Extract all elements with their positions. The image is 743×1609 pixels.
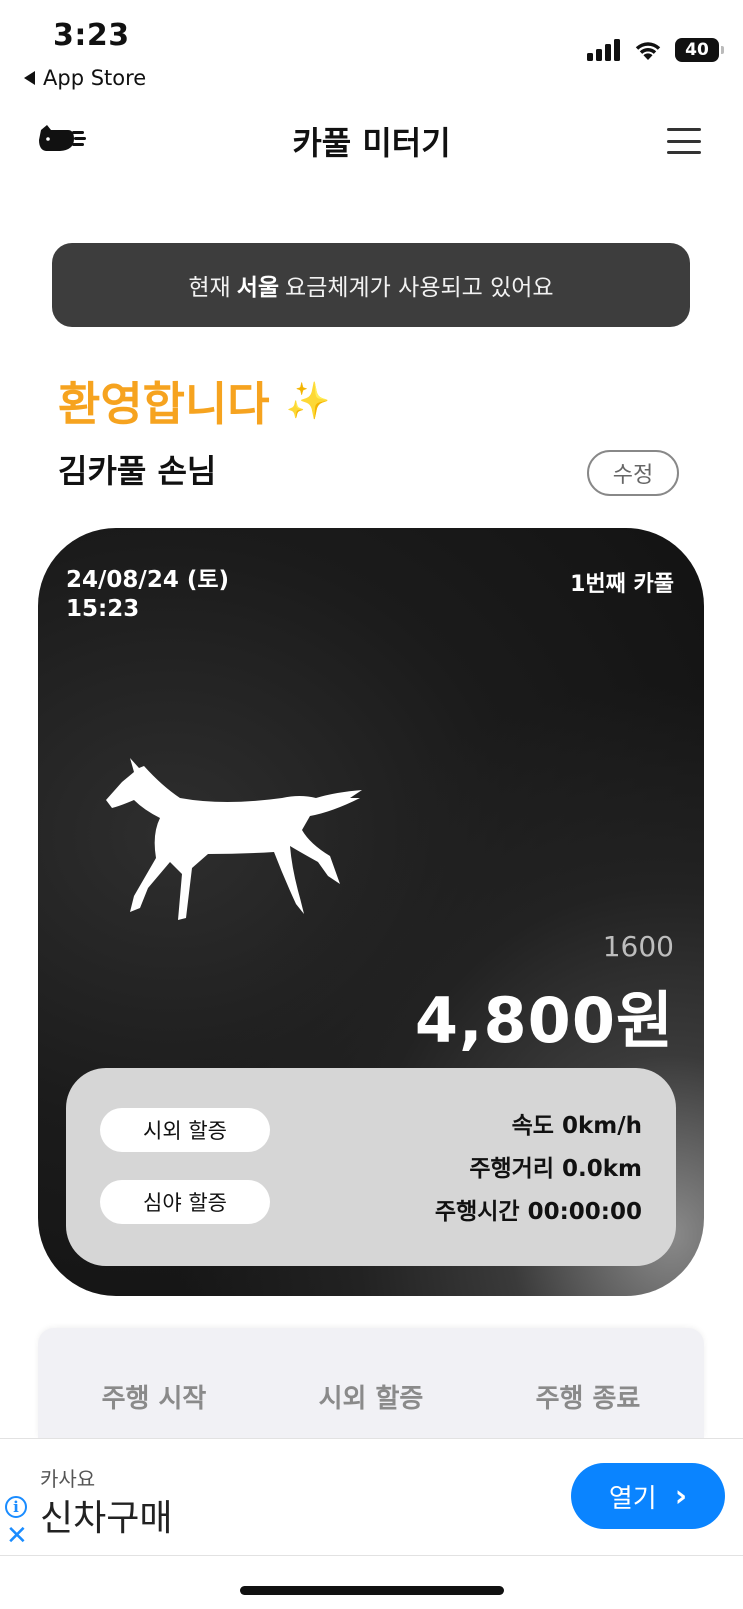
status-indicators: 40 xyxy=(587,38,724,62)
page-title: 카풀 미터기 xyxy=(292,124,451,162)
ad-title: 신차구매 xyxy=(40,1498,173,1539)
hamburger-menu-icon[interactable] xyxy=(667,128,701,154)
ad-open-button[interactable]: 열기 › xyxy=(571,1463,725,1529)
card-time: 15:23 xyxy=(66,595,140,622)
outside-surcharge-toggle[interactable]: 시외 할증 xyxy=(100,1108,270,1152)
rate-system-banner: 현재 서울 요금체계가 사용되고 있어요 xyxy=(52,243,690,327)
start-trip-button[interactable]: 주행 시작 xyxy=(54,1378,254,1415)
running-horse-icon xyxy=(104,758,374,932)
home-indicator[interactable] xyxy=(240,1586,504,1595)
fare-amount: 4,800원 xyxy=(414,984,674,1057)
speed-readout: 속도 0km/h xyxy=(511,1113,642,1139)
signal-icon xyxy=(587,39,620,61)
status-time: 3:23 xyxy=(53,18,130,53)
banner-suffix: 요금체계가 사용되고 있어요 xyxy=(285,275,554,301)
night-surcharge-toggle[interactable]: 심야 할증 xyxy=(100,1180,270,1224)
trip-info-panel: 시외 할증 심야 할증 속도 0km/h 주행거리 0.0km 주행시간 00:… xyxy=(66,1068,676,1266)
chevron-right-icon: › xyxy=(674,1478,688,1514)
meter-card: 24/08/24 (토) 15:23 1번째 카풀 1600 4,800원 시외… xyxy=(38,528,704,1296)
back-to-app-store-link[interactable]: App Store xyxy=(24,66,146,90)
distance-readout: 주행거리 0.0km xyxy=(469,1156,642,1182)
outside-surcharge-button[interactable]: 시외 할증 xyxy=(271,1378,471,1415)
card-date: 24/08/24 (토) xyxy=(66,567,230,593)
battery-icon: 40 xyxy=(675,38,724,62)
carpool-count: 1번째 카풀 xyxy=(570,572,674,597)
action-bar: 주행 시작 시외 할증 주행 종료 xyxy=(38,1328,704,1438)
banner-region: 서울 xyxy=(236,275,280,301)
battery-level: 40 xyxy=(685,40,709,60)
banner-prefix: 현재 xyxy=(188,275,231,301)
welcome-heading: 환영합니다 ✨ xyxy=(58,368,330,434)
user-name: 김카풀 손님 xyxy=(58,452,217,490)
welcome-text: 환영합니다 xyxy=(58,377,270,431)
back-arrow-icon xyxy=(24,71,35,85)
wifi-icon xyxy=(635,42,661,60)
back-app-label: App Store xyxy=(43,66,147,90)
card-datetime: 24/08/24 (토) 15:23 xyxy=(66,566,229,624)
end-trip-button[interactable]: 주행 종료 xyxy=(488,1378,688,1415)
ad-open-label: 열기 xyxy=(608,1483,657,1514)
edit-button[interactable]: 수정 xyxy=(587,450,679,496)
fare-unit-price: 1600 xyxy=(602,930,674,963)
ad-info-icon[interactable]: i xyxy=(5,1496,27,1518)
ad-close-icon[interactable]: ✕ xyxy=(6,1523,28,1549)
ad-banner[interactable]: 카사요 신차구매 i ✕ 열기 › xyxy=(0,1438,743,1556)
duration-readout: 주행시간 00:00:00 xyxy=(434,1199,642,1225)
sparkle-icon: ✨ xyxy=(285,381,331,422)
ad-sponsor: 카사요 xyxy=(40,1467,96,1491)
